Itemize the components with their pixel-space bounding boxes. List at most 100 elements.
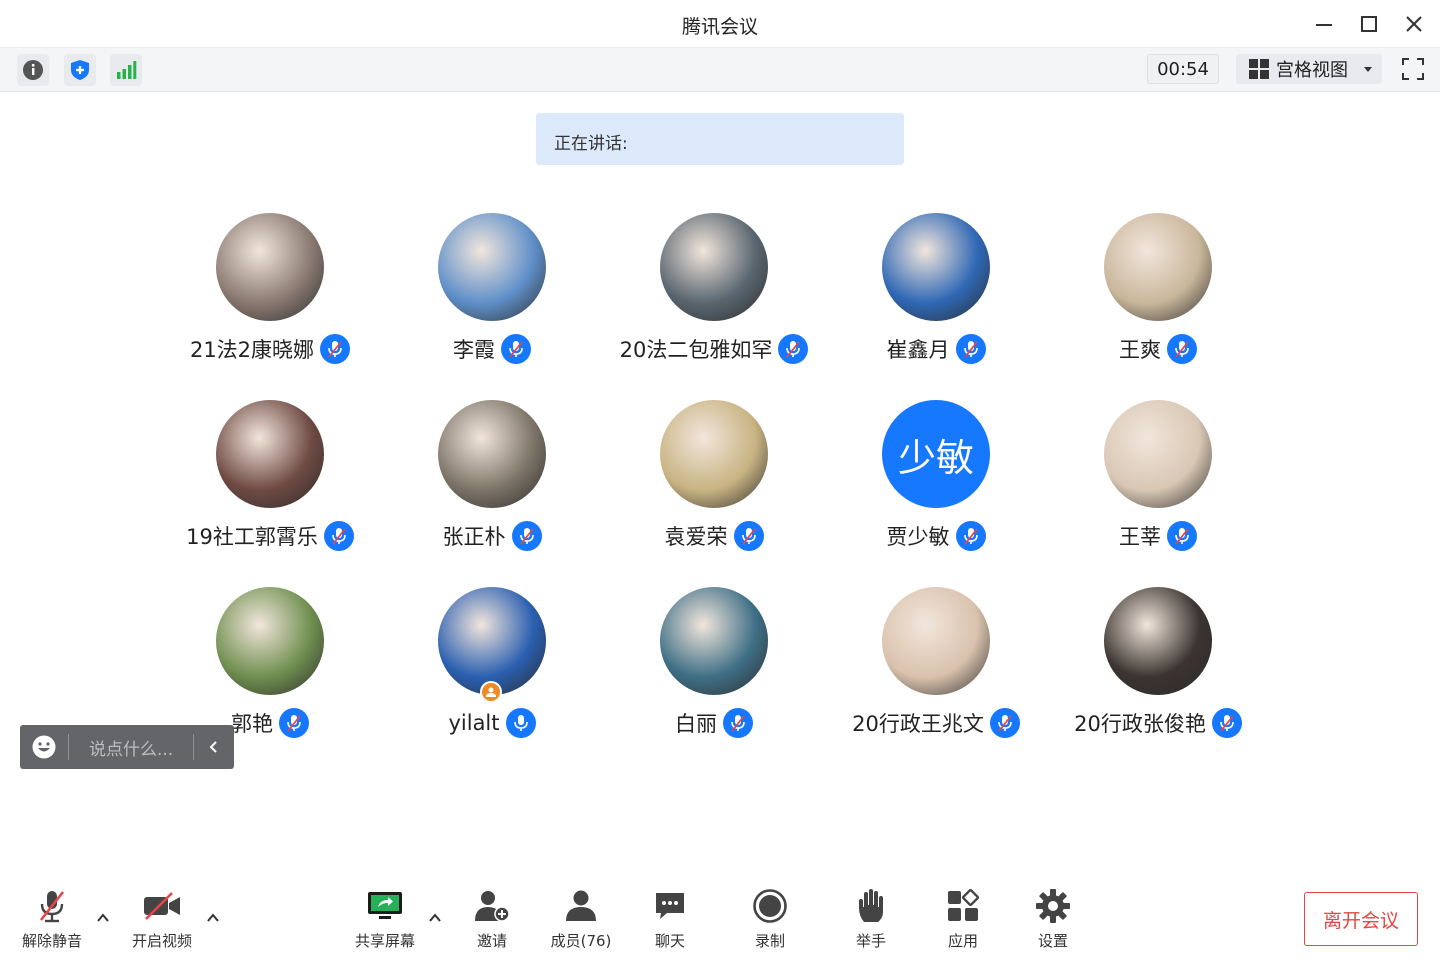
avatar [216,213,324,321]
meeting-toolbar: 00:54 宫格视图 [0,48,1440,92]
close-button[interactable] [1398,8,1430,40]
apps-button[interactable]: 应用 [933,886,993,952]
participant-tile[interactable]: 张正朴 [382,400,602,575]
quick-chat-input[interactable]: 说点什么... [69,735,193,760]
raise-hand-icon [859,889,883,922]
participant-mic-status [279,708,309,738]
fullscreen-button[interactable] [1398,54,1428,84]
members-label: 成员(76) [550,932,612,950]
mic-muted-icon [741,528,756,545]
participant-name-row: 崔鑫月 [826,331,1046,367]
participant-tile[interactable]: 白丽 [604,587,824,762]
mic-muted-icon [731,715,745,732]
security-button[interactable] [64,54,96,86]
view-mode-dropdown[interactable]: 宫格视图 [1236,54,1382,84]
emoji-icon [32,735,56,759]
participant-name-row: 白丽 [604,705,824,741]
title-bar: 腾讯会议 [0,0,1440,48]
mic-muted-icon [963,341,978,358]
participant-name-row: 贾少敏 [826,518,1046,554]
participant-tile[interactable]: 少敏 贾少敏 [826,400,1046,575]
info-icon [23,60,43,80]
avatar [660,587,768,695]
participant-name: 袁爱荣 [664,525,728,549]
participant-tile[interactable]: yilalt [382,587,602,762]
participant-mic-status [723,708,753,738]
mic-muted-icon [519,528,534,545]
participant-tile[interactable]: 20行政张俊艳 [1048,587,1268,762]
participant-tile[interactable]: 20行政王兆文 [826,587,1046,762]
avatar [438,213,546,321]
participant-name: 张正朴 [442,525,506,549]
video-off-icon [144,892,180,920]
shield-icon [71,60,89,80]
start-video-button[interactable]: 开启视频 [128,886,196,952]
avatar: 少敏 [882,400,990,508]
avatar [438,587,546,695]
participant-tile[interactable]: 王爽 [1048,213,1268,388]
participant-mic-status [778,334,809,364]
participant-name-row: 19社工郭霄乐 [160,518,380,554]
participant-tile[interactable]: 19社工郭霄乐 [160,400,380,575]
bottom-control-bar: 解除静音 开启视频 共享屏幕 邀请 成员(76) 聊天 录制 举手 应用 设置 … [0,880,1440,960]
dropdown-arrow-icon [1364,67,1372,72]
maximize-button[interactable] [1353,8,1385,40]
speaking-indicator: 正在讲话: [536,113,904,165]
participant-mic-status [511,521,542,551]
participant-tile[interactable]: 王莘 [1048,400,1268,575]
invite-user-icon [475,891,510,922]
participant-name-row: 张正朴 [382,518,602,554]
avatar [1104,587,1212,695]
avatar [882,213,990,321]
participant-name-row: 王爽 [1048,331,1268,367]
participant-tile[interactable]: 21法2康晓娜 [160,213,380,388]
window-title: 腾讯会议 [681,16,758,38]
fullscreen-icon [1402,58,1424,80]
share-options-caret[interactable] [427,910,443,926]
meeting-info-button[interactable] [17,54,49,86]
share-screen-button[interactable]: 共享屏幕 [350,886,420,952]
avatar-initials: 少敏 [882,400,990,508]
avatar [216,587,324,695]
leave-meeting-button[interactable]: 离开会议 [1304,892,1418,946]
quick-chat-bar[interactable]: 说点什么... [20,725,234,769]
settings-button[interactable]: 设置 [1023,886,1083,952]
participant-mic-status [733,521,764,551]
participant-mic-status [323,521,354,551]
unmute-button[interactable]: 解除静音 [18,886,86,952]
start-video-label: 开启视频 [131,932,192,950]
host-icon [486,687,496,697]
participant-name: 王莘 [1119,525,1161,549]
chevron-up-icon [207,913,219,922]
participant-name: 郭艳 [231,712,273,736]
chat-button[interactable]: 聊天 [640,886,700,952]
network-status-button[interactable] [110,54,142,86]
mic-muted-icon [287,715,301,732]
raise-hand-button[interactable]: 举手 [841,886,901,952]
chat-label: 聊天 [654,932,685,950]
participant-tile[interactable]: 20法二包雅如罕 [604,213,824,388]
participant-tile[interactable]: 袁爱荣 [604,400,824,575]
participant-mic-status [955,334,986,364]
record-label: 录制 [754,932,785,950]
participant-tile[interactable]: 李霞 [382,213,602,388]
emoji-button[interactable] [20,725,68,769]
apps-label: 应用 [947,932,978,950]
mic-muted-icon [1175,341,1189,358]
mic-icon [513,715,528,731]
record-button[interactable]: 录制 [740,886,800,952]
participant-name-row: yilalt [382,705,602,741]
audio-options-caret[interactable] [95,910,111,926]
invite-button[interactable]: 邀请 [462,886,522,952]
chat-icon [656,893,684,919]
participant-mic-status [501,334,531,364]
video-options-caret[interactable] [205,910,221,926]
participant-name-row: 20行政王兆文 [826,705,1046,741]
collapse-chat-button[interactable] [194,725,234,769]
participant-tile[interactable]: 崔鑫月 [826,213,1046,388]
mic-muted-icon [332,528,346,545]
members-button[interactable]: 成员(76) [546,886,616,952]
minimize-icon [1316,24,1332,26]
minimize-button[interactable] [1308,8,1340,40]
maximize-icon [1361,16,1377,32]
